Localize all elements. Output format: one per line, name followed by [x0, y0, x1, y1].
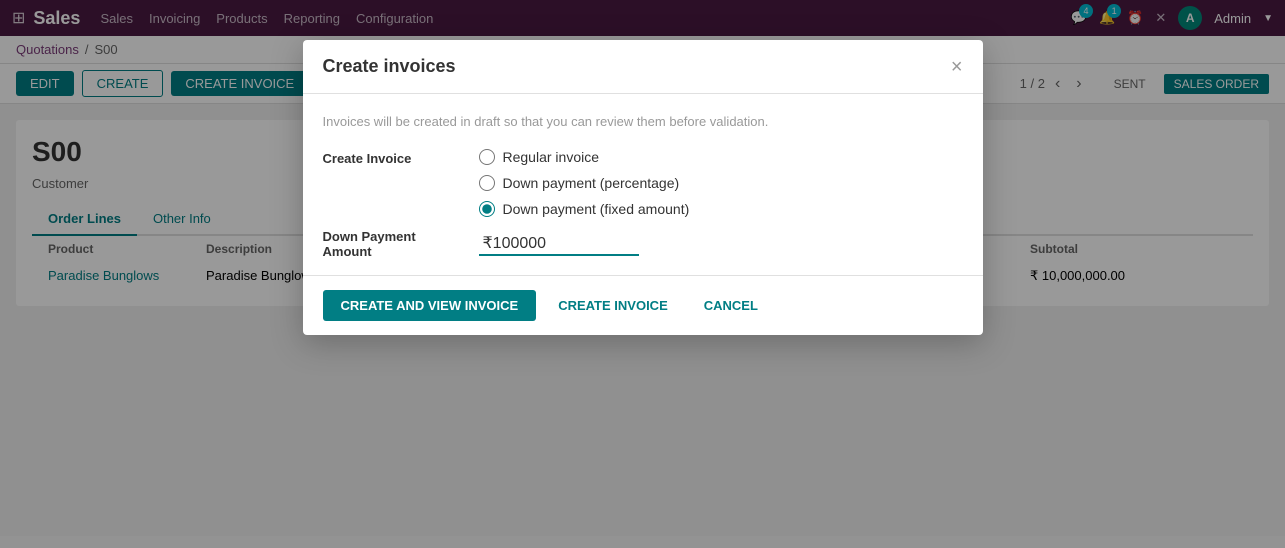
radio-down-pct-label: Down payment (percentage)	[503, 175, 680, 191]
radio-down-fixed[interactable]: Down payment (fixed amount)	[479, 201, 690, 217]
modal-close-button[interactable]: ×	[951, 57, 963, 77]
down-payment-input[interactable]	[479, 232, 639, 256]
radio-regular-invoice[interactable]: Regular invoice	[479, 149, 690, 165]
radio-regular-input[interactable]	[479, 149, 495, 165]
down-payment-label: Down Payment Amount	[323, 229, 463, 259]
modal-create-invoices: Create invoices × Invoices will be creat…	[303, 40, 983, 335]
modal-title: Create invoices	[323, 56, 456, 77]
modal-subtitle: Invoices will be created in draft so tha…	[323, 114, 963, 129]
down-payment-row: Down Payment Amount	[323, 229, 963, 259]
invoice-type-radio-group: Regular invoice Down payment (percentage…	[479, 149, 690, 217]
radio-regular-label: Regular invoice	[503, 149, 600, 165]
modal-footer: CREATE AND VIEW INVOICE CREATE INVOICE C…	[303, 275, 983, 335]
create-and-view-invoice-button[interactable]: CREATE AND VIEW INVOICE	[323, 290, 537, 321]
modal-header: Create invoices ×	[303, 40, 983, 94]
cancel-button[interactable]: CANCEL	[690, 290, 772, 321]
radio-down-pct-input[interactable]	[479, 175, 495, 191]
radio-down-pct[interactable]: Down payment (percentage)	[479, 175, 690, 191]
radio-down-fixed-input[interactable]	[479, 201, 495, 217]
modal-overlay: Create invoices × Invoices will be creat…	[0, 0, 1285, 548]
modal-body: Invoices will be created in draft so tha…	[303, 94, 983, 275]
radio-down-fixed-label: Down payment (fixed amount)	[503, 201, 690, 217]
create-invoice-modal-button[interactable]: CREATE INVOICE	[544, 290, 682, 321]
create-invoice-form-group: Create Invoice Regular invoice Down paym…	[323, 149, 963, 217]
create-invoice-label: Create Invoice	[323, 149, 463, 166]
